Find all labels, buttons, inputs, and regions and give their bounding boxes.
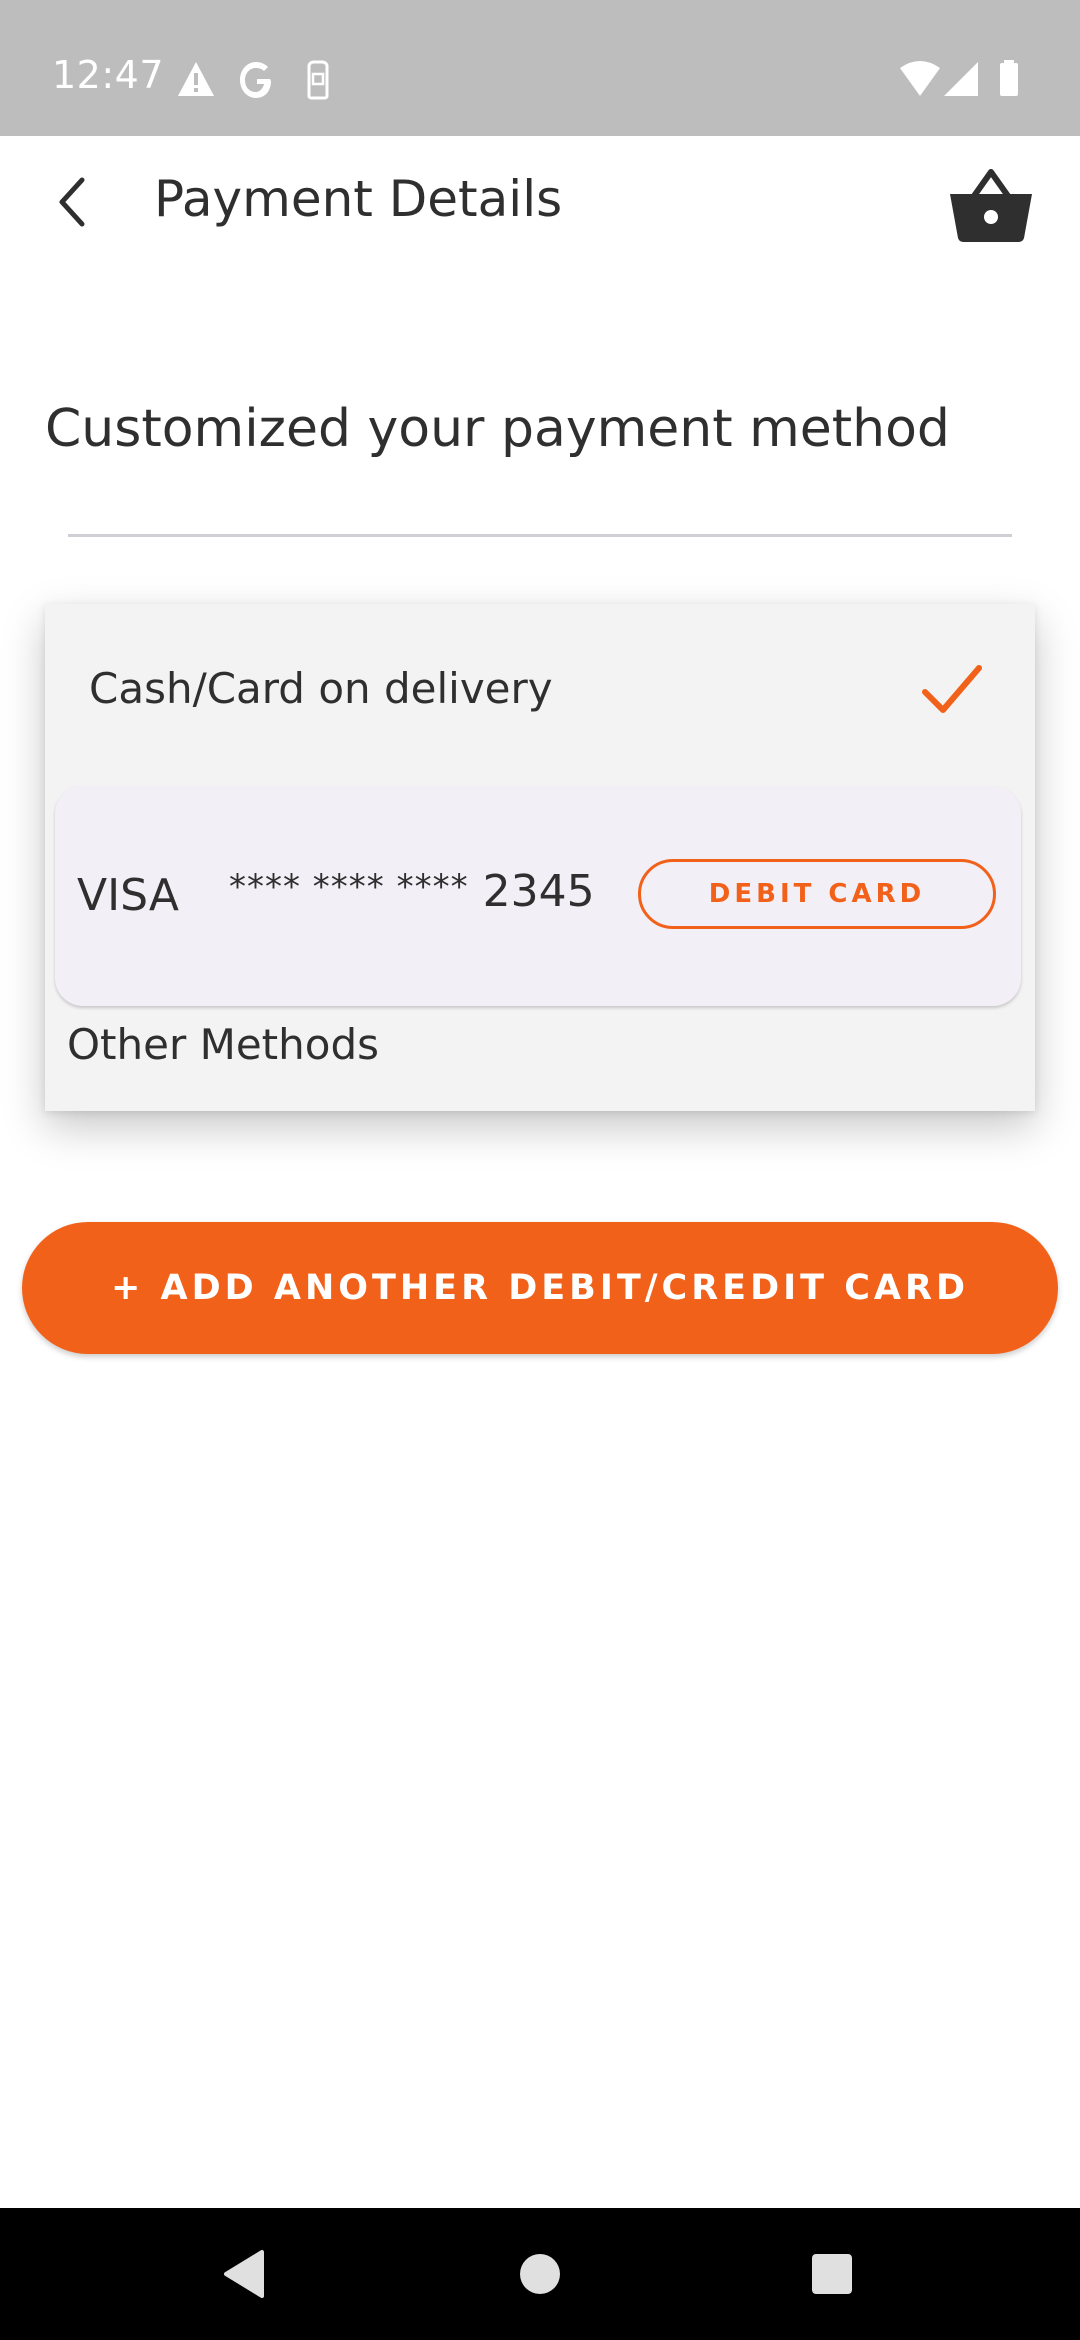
sim-icon bbox=[307, 60, 329, 100]
chevron-left-icon bbox=[59, 177, 85, 227]
status-left-icons bbox=[178, 60, 338, 104]
add-card-button[interactable]: + ADD ANOTHER DEBIT/CREDIT CARD bbox=[22, 1222, 1058, 1354]
battery-icon bbox=[1000, 60, 1018, 96]
navigation-bar bbox=[0, 2208, 1080, 2340]
app-bar: Payment Details bbox=[0, 136, 1080, 266]
nav-recents-button[interactable] bbox=[802, 2244, 862, 2304]
warning-icon bbox=[178, 62, 214, 96]
wifi-icon bbox=[900, 61, 940, 96]
section-heading: Customized your payment method bbox=[45, 399, 950, 459]
status-bar: 12:47 bbox=[0, 0, 1080, 136]
card-last-four: 2345 bbox=[482, 866, 595, 917]
debit-card-button[interactable]: DEBIT CARD bbox=[638, 859, 996, 929]
saved-card[interactable]: VISA **** **** **** 2345 DEBIT CARD bbox=[55, 786, 1021, 1006]
cash-on-delivery-option[interactable]: Cash/Card on delivery bbox=[45, 604, 1035, 774]
screen: 12:47 Payment Details Customized your pa… bbox=[0, 0, 1080, 2340]
page-title: Payment Details bbox=[154, 170, 563, 228]
google-icon bbox=[240, 62, 271, 98]
divider bbox=[68, 534, 1012, 537]
card-number-mask: **** **** **** bbox=[229, 867, 469, 907]
payment-methods-card: Cash/Card on delivery VISA **** **** ***… bbox=[45, 604, 1035, 1111]
status-time: 12:47 bbox=[52, 53, 165, 97]
basket-icon bbox=[950, 169, 1032, 242]
card-number: **** **** **** 2345 bbox=[229, 866, 595, 917]
card-brand: VISA bbox=[77, 870, 179, 921]
signal-icon bbox=[944, 62, 978, 96]
cash-on-delivery-label: Cash/Card on delivery bbox=[89, 664, 553, 713]
check-icon bbox=[922, 665, 982, 713]
back-button[interactable] bbox=[44, 166, 104, 236]
back-triangle-icon bbox=[224, 2250, 264, 2298]
other-methods-link[interactable]: Other Methods bbox=[67, 1021, 379, 1068]
nav-home-button[interactable] bbox=[510, 2244, 570, 2304]
status-right-icons bbox=[900, 60, 1030, 104]
recents-square-icon bbox=[812, 2254, 852, 2294]
home-circle-icon bbox=[520, 2254, 560, 2294]
cart-button[interactable] bbox=[946, 164, 1036, 244]
nav-back-button[interactable] bbox=[218, 2244, 278, 2304]
